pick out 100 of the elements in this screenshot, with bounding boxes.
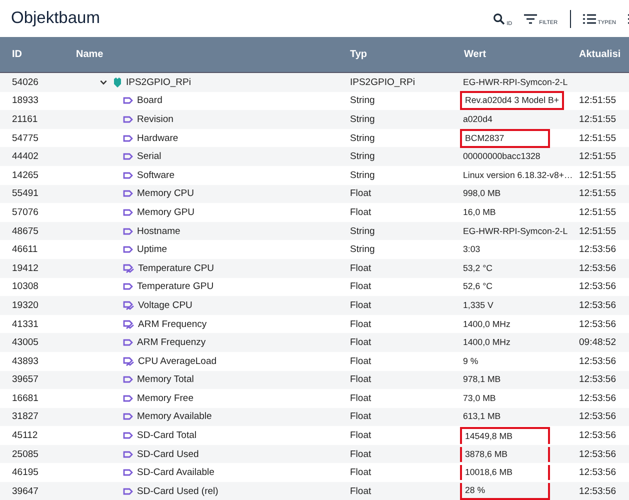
time-cell-text: 12:51:55: [579, 132, 617, 144]
id-cell-text: 39647: [11, 486, 40, 497]
time-cell-text: 12:53:56: [579, 318, 617, 330]
name-cell[interactable]: SD-Card Total: [137, 430, 196, 442]
page-title: Objektbaum: [11, 9, 100, 28]
name-cell[interactable]: IPS2GPIO_RPi: [126, 76, 191, 88]
name-cell[interactable]: SD-Card Available: [137, 467, 214, 478]
id-cell-text: 54026: [11, 76, 40, 88]
time-cell-text: 12:51:55: [579, 95, 617, 106]
name-cell[interactable]: ARM Frequency: [138, 318, 207, 330]
column-header[interactable]: Aktualisi: [579, 49, 625, 60]
type-cell-text: Float: [350, 448, 372, 460]
value-cell: 3878,6 MB: [460, 446, 550, 462]
value-cell-text: a020d4: [462, 112, 494, 126]
search-icon: [492, 12, 505, 24]
tag-icon: [123, 153, 133, 160]
name-cell[interactable]: SD-Card Used: [137, 448, 199, 460]
name-cell[interactable]: Memory CPU: [137, 188, 194, 200]
tag-icon: [123, 413, 133, 420]
name-cell[interactable]: Hostname: [137, 226, 180, 237]
id-cell-text: 46611: [11, 244, 39, 256]
name-cell[interactable]: Memory Free: [137, 392, 194, 404]
id-cell-text: 10308: [11, 281, 40, 292]
type-cell-text: Float: [350, 262, 372, 274]
name-cell[interactable]: Revision: [137, 114, 174, 125]
name-cell[interactable]: Memory Total: [137, 374, 194, 386]
time-cell-text: 12:53:56: [579, 467, 617, 478]
id-cell-text: 43005: [11, 337, 40, 348]
name-cell[interactable]: SD-Card Used (rel): [137, 486, 218, 497]
id-cell-text: 44402: [11, 151, 40, 162]
tag-icon: [123, 116, 133, 123]
value-cell-text: 1400,0 MHz: [462, 336, 512, 350]
value-cell: 28 %: [460, 482, 550, 500]
time-cell-text: 09:48:52: [579, 337, 617, 348]
column-header[interactable]: Name: [76, 49, 350, 60]
chevron-down-icon[interactable]: [100, 80, 107, 85]
id-cell-text: 45112: [11, 430, 39, 442]
value-cell-text: EG-HWR-RPI-Symcon-2-L: [462, 76, 569, 89]
tag-icon: [123, 283, 133, 290]
value-cell-text: 73,0 MB: [462, 392, 497, 405]
id-cell-text: 41331: [11, 318, 40, 330]
name-cell[interactable]: Uptime: [137, 244, 168, 256]
value-cell-text: 16,0 MB: [462, 206, 497, 219]
time-cell-text: 12:51:55: [579, 170, 617, 181]
value-cell-text: 998,0 MB: [462, 187, 502, 200]
id-cell-text: 48675: [11, 226, 40, 237]
id-cell-text: 14265: [11, 170, 40, 181]
name-cell[interactable]: Memory GPU: [137, 206, 195, 218]
tag-icon: [123, 190, 133, 198]
type-cell-text: Float: [350, 281, 372, 292]
tag-icon: [123, 376, 133, 384]
name-cell[interactable]: Hardware: [137, 132, 178, 144]
tag-chart-icon: [123, 300, 134, 310]
value-cell-text: 52,6 °C: [462, 280, 494, 294]
time-cell-text: 12:51:55: [579, 151, 617, 162]
list-icon: [582, 14, 596, 24]
type-cell-text: IPS2GPIO_RPi: [350, 76, 416, 88]
tag-icon: [123, 246, 133, 254]
id-cell-text: 31827: [11, 411, 40, 422]
type-cell-text: Float: [350, 206, 372, 218]
tag-icon: [123, 339, 133, 346]
type-cell-text: String: [350, 151, 376, 162]
time-cell-text: 12:53:56: [579, 392, 617, 404]
value-cell-text: Linux version 6.18.32-v8+…: [462, 168, 574, 182]
type-cell-text: String: [350, 226, 376, 237]
tag-chart-icon: [123, 356, 134, 366]
tag-icon: [123, 97, 133, 104]
time-cell-text: 12:53:56: [579, 411, 617, 422]
name-cell[interactable]: Voltage CPU: [138, 300, 192, 311]
name-cell[interactable]: Serial: [137, 151, 162, 162]
tag-icon: [123, 432, 133, 440]
name-cell[interactable]: Temperature GPU: [137, 281, 214, 292]
value-cell-text: 613,1 MB: [462, 410, 502, 424]
type-cell-text: String: [350, 244, 376, 256]
type-cell-text: Float: [350, 356, 372, 367]
column-header[interactable]: Typ: [350, 49, 464, 60]
value-cell: BCM2837: [460, 128, 550, 148]
name-cell[interactable]: Board: [137, 95, 162, 106]
column-header[interactable]: ID: [0, 49, 76, 60]
column-header[interactable]: Wert: [464, 49, 579, 60]
id-cell-text: 21161: [11, 114, 39, 125]
id-cell-text: 57076: [11, 206, 40, 218]
tag-chart-icon: [123, 264, 134, 273]
time-cell-text: 12:53:56: [579, 262, 617, 274]
value-cell-text: 978,1 MB: [462, 373, 502, 386]
name-cell[interactable]: ARM Frequenzy: [137, 337, 206, 348]
name-cell[interactable]: CPU AverageLoad: [138, 356, 217, 367]
type-cell-text: Float: [350, 486, 372, 497]
tag-icon: [123, 172, 133, 179]
type-cell-text: String: [350, 132, 376, 144]
type-cell-text: Float: [350, 392, 372, 404]
id-cell-text: 19412: [11, 262, 40, 274]
type-cell-text: Float: [350, 300, 372, 311]
name-cell[interactable]: Software: [137, 170, 174, 181]
id-cell-text: 16681: [11, 392, 40, 404]
name-cell[interactable]: Temperature CPU: [138, 262, 214, 274]
filter-icon: [524, 14, 538, 24]
type-cell-text: Float: [350, 188, 372, 200]
name-cell[interactable]: Memory Available: [137, 411, 212, 422]
type-cell-text: Float: [350, 374, 372, 386]
